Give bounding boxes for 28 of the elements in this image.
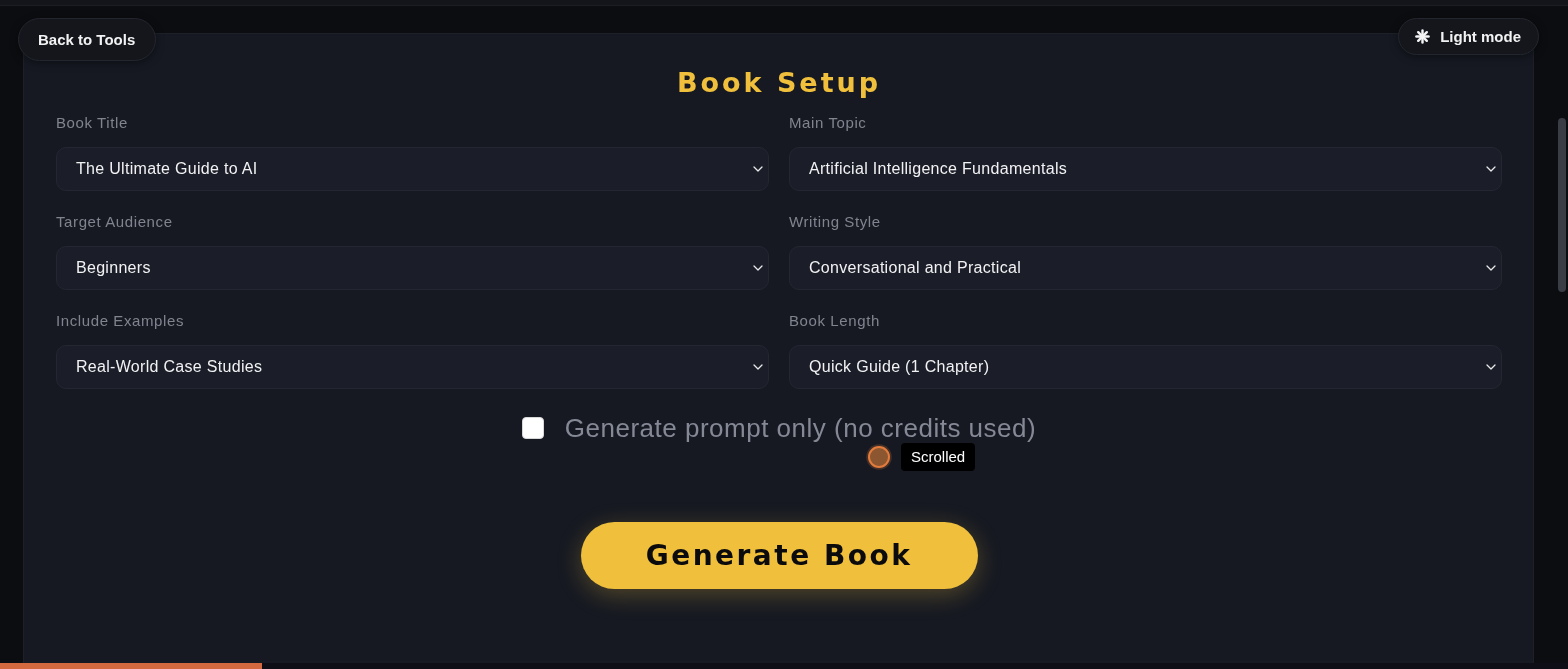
starburst-icon (1415, 29, 1431, 44)
field-label: Book Title (56, 114, 128, 132)
select-field[interactable]: Conversational and Practical (789, 246, 1502, 290)
checkbox-label: Generate prompt only (no credits used) (564, 415, 1037, 441)
checkbox[interactable] (521, 417, 544, 439)
chevron-down-icon (1486, 166, 1496, 172)
field-label: Include Examples (56, 312, 184, 330)
chevron-down-icon (753, 265, 763, 271)
generate-book-button[interactable]: Generate Book (580, 522, 978, 589)
scrollbar-thumb[interactable] (1558, 118, 1566, 292)
back-button[interactable]: Back to Tools (18, 18, 157, 61)
select-field[interactable]: Artificial Intelligence Fundamentals (789, 147, 1502, 191)
chevron-down-icon (1486, 265, 1496, 271)
field-label: Main Topic (789, 114, 867, 132)
chevron-down-icon (753, 364, 763, 370)
chevron-down-icon (1486, 364, 1496, 370)
select-field[interactable]: Beginners (56, 246, 769, 290)
cursor-tooltip: Scrolled (901, 443, 976, 471)
theme-toggle-button[interactable]: Light mode (1398, 18, 1539, 55)
cursor-click-icon (866, 444, 892, 470)
field-label: Book Length (789, 312, 880, 330)
field-label: Target Audience (56, 213, 173, 231)
field-label: Writing Style (789, 213, 881, 231)
select-field[interactable]: The Ultimate Guide to AI (56, 147, 769, 191)
select-field[interactable]: Quick Guide (1 Chapter) (789, 345, 1502, 389)
select-field[interactable]: Real-World Case Studies (56, 345, 769, 389)
chevron-down-icon (753, 166, 763, 172)
form-title: Book Setup (676, 67, 882, 99)
